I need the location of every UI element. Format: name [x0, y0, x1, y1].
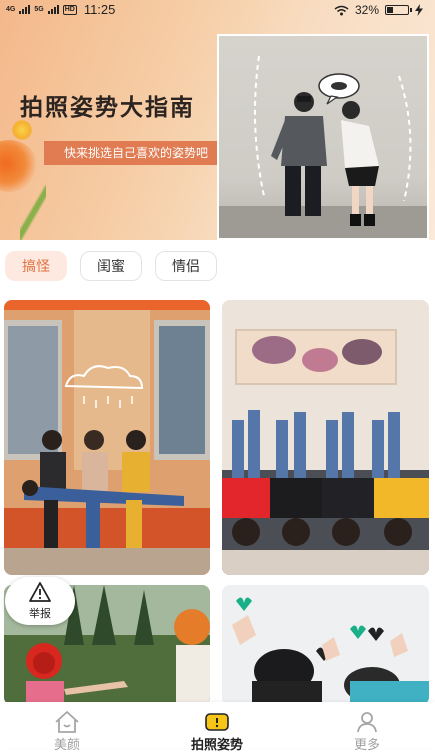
- bottom-nav: 美颜 拍照姿势 更多: [0, 702, 435, 753]
- flower-bud-decoration: [12, 120, 32, 140]
- battery-percent: 32%: [354, 3, 379, 17]
- flower-stem-decoration: [20, 185, 46, 240]
- signal-icon: [47, 5, 59, 14]
- charging-icon: [415, 4, 423, 16]
- nav-label-beauty: 美颜: [53, 738, 80, 753]
- pose-card[interactable]: [222, 585, 429, 705]
- pose-photo-sofa-group: [222, 300, 429, 575]
- battery-level-fill: [387, 7, 393, 13]
- camera-pose-icon: [205, 713, 229, 731]
- pose-card[interactable]: [4, 300, 210, 575]
- nav-item-poses[interactable]: 拍照姿势: [157, 702, 277, 753]
- banner-couple-photo: [217, 34, 429, 240]
- house-icon: [55, 711, 79, 733]
- warning-icon: [29, 582, 51, 602]
- category-tabs: 搞怪 闺蜜 情侣: [0, 251, 435, 285]
- banner-title: 拍照姿势大指南: [20, 94, 195, 121]
- network-5g-label: 5G: [34, 6, 44, 13]
- wifi-icon: [334, 5, 349, 15]
- status-time: 11:25: [83, 2, 116, 17]
- signal-icon: [19, 5, 31, 14]
- network-4g-label: 4G: [6, 6, 16, 13]
- nav-item-beauty[interactable]: 美颜: [7, 702, 127, 753]
- pose-guide-banner[interactable]: 拍照姿势大指南 快来挑选自己喜欢的姿势吧: [0, 0, 435, 240]
- tab-funny[interactable]: 搞怪: [5, 251, 67, 281]
- banner-subtitle: 快来挑选自己喜欢的姿势吧: [44, 141, 228, 165]
- nav-label-poses: 拍照姿势: [190, 738, 243, 753]
- status-bar: 4G 5G HD 11:25 32%: [0, 0, 435, 20]
- report-label: 举报: [29, 607, 51, 620]
- hd-badge: HD: [62, 4, 77, 15]
- tab-couples[interactable]: 情侣: [155, 251, 217, 281]
- pose-photo-bench-group: [4, 300, 210, 575]
- report-button[interactable]: 举报: [5, 577, 75, 625]
- user-icon: [357, 712, 377, 733]
- battery-icon: [385, 5, 412, 15]
- pose-photo-hand-hearts: [222, 585, 429, 705]
- nav-item-more[interactable]: 更多: [307, 702, 427, 753]
- pose-card[interactable]: [222, 300, 429, 575]
- nav-label-more: 更多: [353, 738, 380, 753]
- tab-besties[interactable]: 闺蜜: [80, 251, 142, 281]
- couple-illustration: [219, 55, 427, 238]
